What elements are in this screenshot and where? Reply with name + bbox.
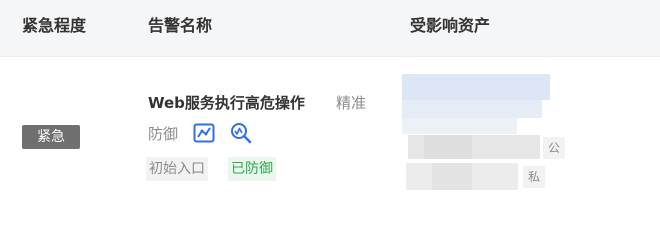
table-row[interactable]: 紧急 Web服务执行高危操作 精准 防御 初始入口 已防御 公 私 <box>0 58 660 207</box>
chart-icon[interactable] <box>192 121 216 145</box>
table-header: 紧急程度 告警名称 受影响资产 <box>0 0 660 57</box>
header-alert-name: 告警名称 <box>148 16 213 35</box>
precision-label: 精准 <box>336 94 367 112</box>
defended-status-tag: 已防御 <box>228 157 276 181</box>
header-level: 紧急程度 <box>22 16 87 35</box>
alert-title[interactable]: Web服务执行高危操作 <box>148 92 305 114</box>
blurred-public-ip <box>424 135 472 159</box>
header-affected-asset: 受影响资产 <box>410 16 491 35</box>
blurred-private-ip <box>432 163 472 190</box>
blurred-asset-name <box>402 118 517 134</box>
alert-type-label: 防御 <box>148 125 179 143</box>
blurred-asset-name <box>402 74 550 100</box>
private-ip-label: 私 <box>523 166 545 188</box>
public-ip-label: 公 <box>543 137 565 159</box>
entry-tag: 初始入口 <box>146 157 208 181</box>
level-badge: 紧急 <box>22 125 80 149</box>
blurred-asset-name <box>402 100 542 118</box>
search-analysis-icon[interactable] <box>229 121 253 145</box>
